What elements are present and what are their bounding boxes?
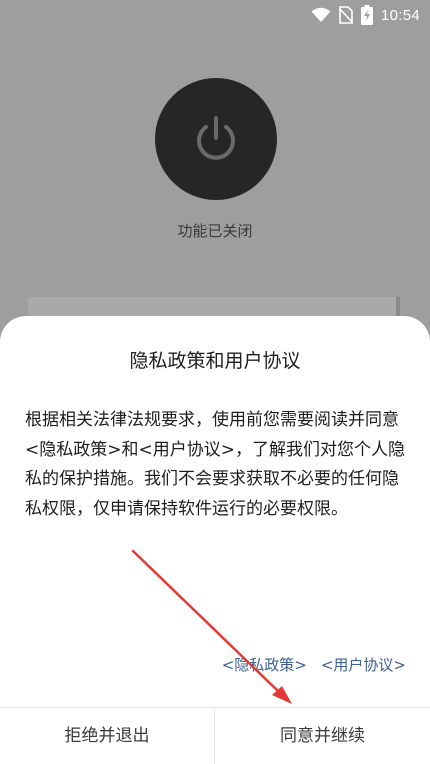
annotation-arrow-icon <box>131 549 292 704</box>
